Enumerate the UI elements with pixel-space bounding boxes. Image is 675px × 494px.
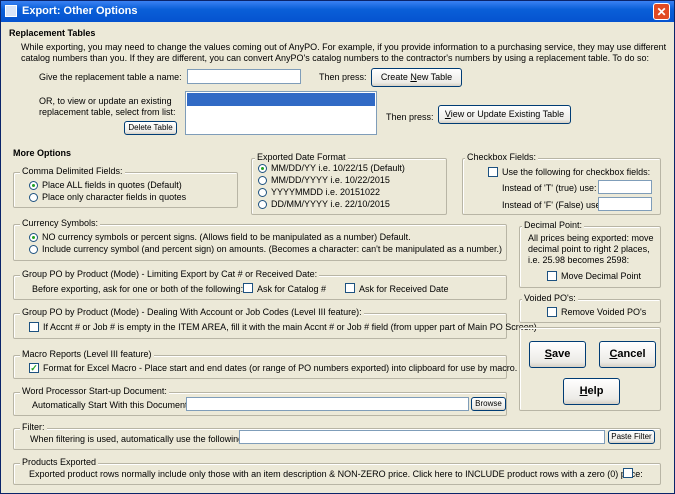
delete-table-button[interactable]: Delete Table xyxy=(124,121,177,135)
replacement-desc-line2: catalog numbers than you. If they are di… xyxy=(21,53,649,63)
ask-received-date-checkbox[interactable] xyxy=(345,283,355,293)
date-yyyymmdd-radio[interactable] xyxy=(258,188,267,197)
checkmark-icon: ✓ xyxy=(30,363,38,373)
group-acct-title: Group PO by Product (Mode) - Dealing Wit… xyxy=(20,307,364,317)
browse-button[interactable]: Browse xyxy=(471,397,506,411)
view-update-table-button[interactable]: View or Update Existing Table xyxy=(438,105,571,124)
help-button[interactable]: Help xyxy=(563,378,620,405)
export-options-window: Export: Other Options ✕ Replacement Tabl… xyxy=(0,0,675,494)
then-press-label: Then press: xyxy=(319,72,367,82)
paste-filter-button[interactable]: Paste Filter xyxy=(608,430,655,444)
title-bar: Export: Other Options ✕ xyxy=(1,1,674,22)
group-cat-title: Group PO by Product (Mode) - Limiting Ex… xyxy=(20,269,320,279)
comma-all-quotes-radio[interactable] xyxy=(29,181,38,190)
fill-accnt-checkbox[interactable] xyxy=(29,322,39,332)
close-button[interactable]: ✕ xyxy=(653,3,670,20)
then-press-label-2: Then press: xyxy=(386,112,434,122)
fill-accnt-label: If Accnt # or Job # is empty in the ITEM… xyxy=(43,322,537,332)
currency-include-label: Include currency symbol (and percent sig… xyxy=(42,244,502,254)
table-name-label: Give the replacement table a name: xyxy=(39,72,182,82)
currency-symbols-title: Currency Symbols: xyxy=(20,218,101,228)
or-view-label-line1: OR, to view or update an existing xyxy=(39,96,172,106)
voided-title: Voided PO's: xyxy=(522,293,578,303)
date-yyyymmdd-label: YYYYMMDD i.e. 20151022 xyxy=(271,187,381,197)
decimal-desc-line1: All prices being exported: move xyxy=(528,233,654,243)
use-checkbox-fields-label: Use the following for checkbox fields: xyxy=(502,167,651,177)
ask-catalog-checkbox[interactable] xyxy=(243,283,253,293)
products-exported-title: Products Exported xyxy=(20,457,99,467)
comma-delimited-group xyxy=(13,172,238,208)
replacement-desc-line1: While exporting, you may need to change … xyxy=(21,42,667,52)
filter-input[interactable] xyxy=(239,430,605,444)
save-button[interactable]: Save xyxy=(529,341,586,368)
replacement-tables-header: Replacement Tables xyxy=(9,28,96,38)
include-zero-price-checkbox[interactable] xyxy=(623,468,633,478)
currency-none-label: NO currency symbols or percent signs. (A… xyxy=(42,232,411,242)
date-ddmmyyyy-radio[interactable] xyxy=(258,200,267,209)
word-processor-label: Automatically Start With this Document: xyxy=(32,400,191,410)
table-name-input[interactable] xyxy=(187,69,301,84)
move-decimal-label: Move Decimal Point xyxy=(561,271,642,281)
false-replacement-label: Instead of 'F' (False) use: xyxy=(502,200,603,210)
currency-symbols-group xyxy=(13,224,507,261)
date-ddmmyyyy-label: DD/MM/YYYY i.e. 22/10/2015 xyxy=(271,199,390,209)
comma-char-quotes-radio[interactable] xyxy=(29,193,38,202)
currency-none-radio[interactable] xyxy=(29,233,38,242)
false-replacement-input[interactable] xyxy=(598,197,652,211)
date-mmddyyyy-radio[interactable] xyxy=(258,176,267,185)
decimal-desc-line3: i.e. 25.98 becomes 2598: xyxy=(528,255,630,265)
ask-catalog-label: Ask for Catalog # xyxy=(257,284,327,294)
create-new-table-button[interactable]: Create New Table xyxy=(371,68,462,87)
date-mmddyy-radio[interactable] xyxy=(258,164,267,173)
filter-title: Filter: xyxy=(20,422,47,432)
group-cat-desc: Before exporting, ask for one or both of… xyxy=(32,284,244,294)
word-processor-input[interactable] xyxy=(186,397,469,411)
more-options-header: More Options xyxy=(13,148,71,158)
cancel-button[interactable]: Cancel xyxy=(599,341,656,368)
remove-voided-label: Remove Voided PO's xyxy=(561,307,647,317)
window-title: Export: Other Options xyxy=(22,5,138,17)
move-decimal-checkbox[interactable] xyxy=(547,271,557,281)
list-selection[interactable] xyxy=(187,93,375,106)
macro-title: Macro Reports (Level III feature) xyxy=(20,349,154,359)
date-mmddyyyy-label: MM/DD/YYYY i.e. 10/22/2015 xyxy=(271,175,390,185)
word-processor-title: Word Processor Start-up Document: xyxy=(20,386,169,396)
excel-macro-checkbox[interactable]: ✓ xyxy=(29,363,39,373)
decimal-point-title: Decimal Point: xyxy=(522,220,585,230)
true-replacement-input[interactable] xyxy=(598,180,652,194)
app-icon xyxy=(5,5,17,17)
ask-received-date-label: Ask for Received Date xyxy=(359,284,449,294)
decimal-desc-line2: decimal point to right 2 places, xyxy=(528,244,650,254)
date-mmddyy-label: MM/DD/YY i.e. 10/22/15 (Default) xyxy=(271,163,405,173)
or-view-label-line2: replacement table, select from list: xyxy=(39,107,176,117)
filter-label: When filtering is used, automatically us… xyxy=(30,434,244,444)
comma-char-quotes-label: Place only character fields in quotes xyxy=(42,192,187,202)
checkbox-fields-title: Checkbox Fields: xyxy=(465,152,539,162)
remove-voided-checkbox[interactable] xyxy=(547,307,557,317)
true-replacement-label: Instead of 'T' (true) use: xyxy=(502,183,597,193)
date-format-title: Exported Date Format xyxy=(255,152,348,162)
use-checkbox-fields-checkbox[interactable] xyxy=(488,167,498,177)
replacement-table-list[interactable] xyxy=(185,91,377,135)
comma-all-quotes-label: Place ALL fields in quotes (Default) xyxy=(42,180,182,190)
currency-include-radio[interactable] xyxy=(29,245,38,254)
products-exported-desc: Exported product rows normally include o… xyxy=(29,469,643,479)
comma-delimited-title: Comma Delimited Fields: xyxy=(20,166,125,176)
excel-macro-label: Format for Excel Macro - Place start and… xyxy=(43,363,518,373)
close-icon: ✕ xyxy=(656,5,667,19)
